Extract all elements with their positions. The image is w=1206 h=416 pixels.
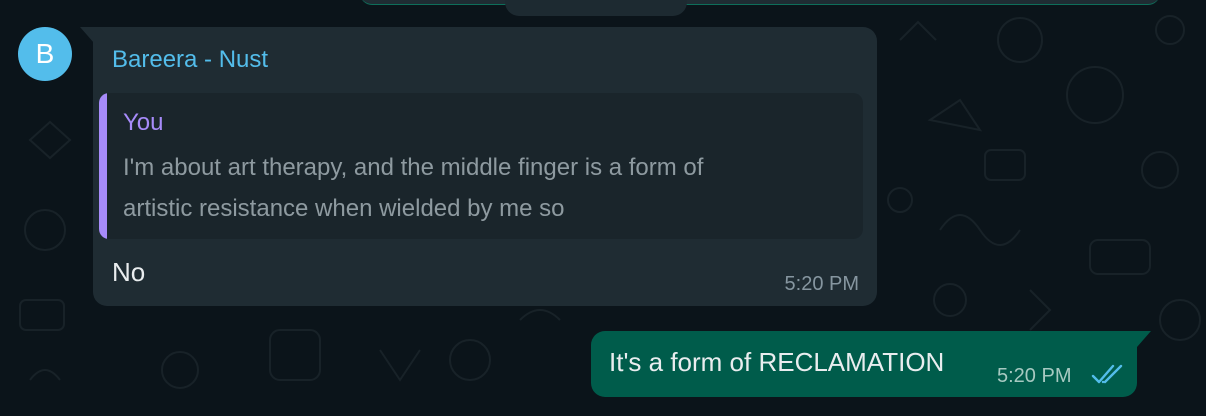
date-pill bbox=[505, 0, 687, 16]
avatar-initial: B bbox=[35, 38, 55, 69]
quote-text: I'm about art therapy, and the middle fi… bbox=[123, 154, 704, 222]
double-check-icon bbox=[1091, 364, 1123, 384]
quote-accent-bar bbox=[99, 93, 107, 239]
incoming-message-text: No bbox=[112, 257, 146, 287]
previous-message-edge bbox=[360, 0, 1160, 5]
quoted-message[interactable]: You I'm about art therapy, and the middl… bbox=[99, 93, 863, 239]
sender-name[interactable]: Bareera - Nust bbox=[112, 46, 268, 74]
chat-area: B Bareera - Nust You I'm about art thera… bbox=[0, 0, 1206, 416]
incoming-message-time: 5:20 PM bbox=[784, 273, 859, 295]
outgoing-message-time: 5:20 PM bbox=[997, 365, 1072, 387]
outgoing-bubble-tail bbox=[1137, 331, 1151, 347]
quote-author: You bbox=[123, 109, 164, 136]
incoming-message-bubble[interactable]: Bareera - Nust You I'm about art therapy… bbox=[93, 27, 877, 306]
incoming-bubble-tail bbox=[80, 27, 94, 43]
outgoing-message-bubble[interactable]: It's a form of RECLAMATION 5:20 PM bbox=[591, 331, 1137, 397]
sender-avatar[interactable]: B bbox=[18, 27, 72, 81]
outgoing-message-text: It's a form of RECLAMATION bbox=[609, 347, 945, 377]
